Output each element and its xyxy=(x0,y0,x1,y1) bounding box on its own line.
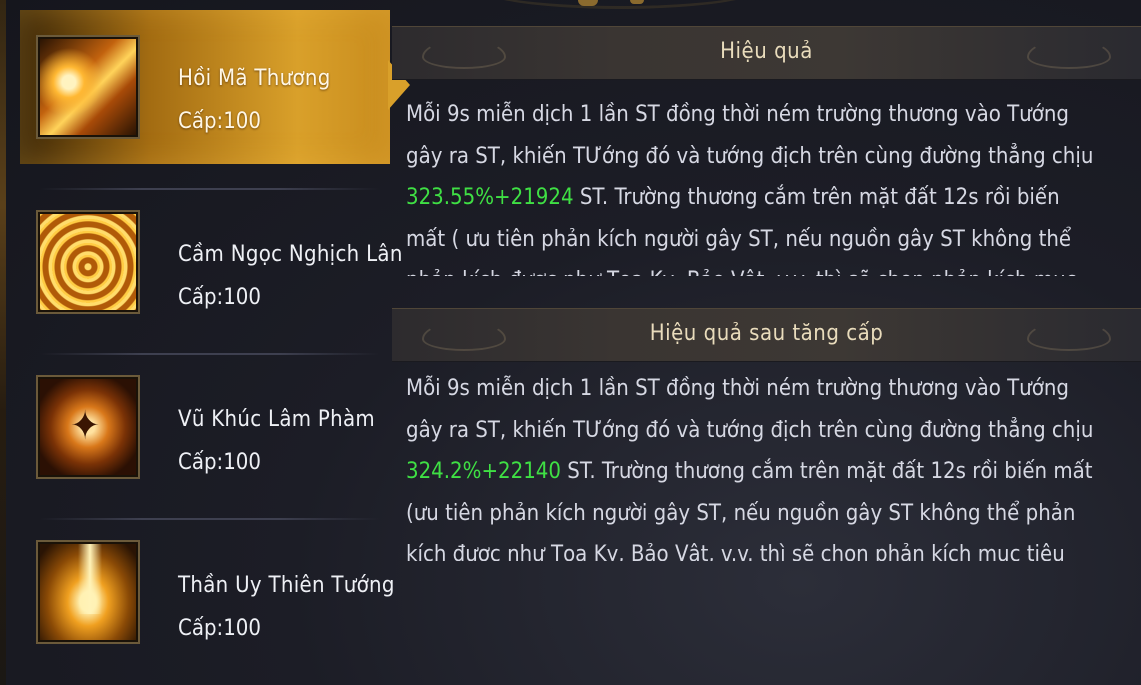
skill-item-than-uy-thien-tuong[interactable]: Thần Uy Thiên Tướng Cấp:100 xyxy=(20,518,394,672)
skill-name: Vũ Khúc Lâm Phàm xyxy=(178,407,376,432)
light-beam xyxy=(78,544,102,614)
spear-strike-icon xyxy=(40,39,136,135)
warrior-silhouette-icon: ✦ xyxy=(70,403,101,449)
top-ornament-dot xyxy=(630,0,644,4)
effect-text: Mỗi 9s miễn dịch 1 lần ST đồng thời ném … xyxy=(406,102,1094,169)
skill-level: Cấp:100 xyxy=(178,616,261,641)
skill-level: Cấp:100 xyxy=(178,109,261,134)
skill-item-cam-ngoc-nghich-lan[interactable]: Cầm Ngọc Nghịch Lân Cấp:100 xyxy=(20,188,402,342)
skill-name: Thần Uy Thiên Tướng xyxy=(178,573,395,598)
effect-text: Mỗi 9s miễn dịch 1 lần ST đồng thời ném … xyxy=(406,376,1094,443)
effect-damage-value: 323.55%+21924 xyxy=(406,185,574,210)
skill-icon-frame xyxy=(36,540,140,644)
skill-detail-panel: Hiệu quả Mỗi 9s miễn dịch 1 lần ST đồng … xyxy=(392,26,1141,561)
skill-item-hoi-ma-thuong[interactable]: Hồi Mã Thương Cấp:100 xyxy=(20,10,410,164)
skill-level: Cấp:100 xyxy=(178,450,261,475)
upgrade-effect-header: Hiệu quả sau tăng cấp xyxy=(392,308,1141,362)
upgrade-effect-description[interactable]: Mỗi 9s miễn dịch 1 lần ST đồng thời ném … xyxy=(406,368,1096,561)
effect-description[interactable]: Mỗi 9s miễn dịch 1 lần ST đồng thời ném … xyxy=(406,94,1096,276)
skill-item-vu-khuc-lam-pham[interactable]: ✦ Vũ Khúc Lâm Phàm Cấp:100 xyxy=(20,353,390,507)
upgrade-damage-value: 324.2%+22140 xyxy=(406,459,561,484)
skill-name: Hồi Mã Thương xyxy=(178,66,331,91)
skill-icon-frame: ✦ xyxy=(36,375,140,479)
skill-level: Cấp:100 xyxy=(178,285,261,310)
left-edge-decoration xyxy=(0,0,6,685)
golden-vortex-icon xyxy=(40,214,136,310)
skill-name: Cầm Ngọc Nghịch Lân xyxy=(178,242,403,267)
dancing-warrior-icon: ✦ xyxy=(40,379,136,475)
effect-header: Hiệu quả xyxy=(392,26,1141,80)
top-arch-ornament xyxy=(470,0,770,9)
skill-icon-frame xyxy=(36,210,140,314)
light-pillar-icon xyxy=(40,544,136,640)
effect-title: Hiệu quả xyxy=(720,39,813,64)
skill-icon-frame xyxy=(36,35,140,139)
top-ornament-dot xyxy=(578,0,598,6)
upgrade-effect-title: Hiệu quả sau tăng cấp xyxy=(649,321,884,346)
